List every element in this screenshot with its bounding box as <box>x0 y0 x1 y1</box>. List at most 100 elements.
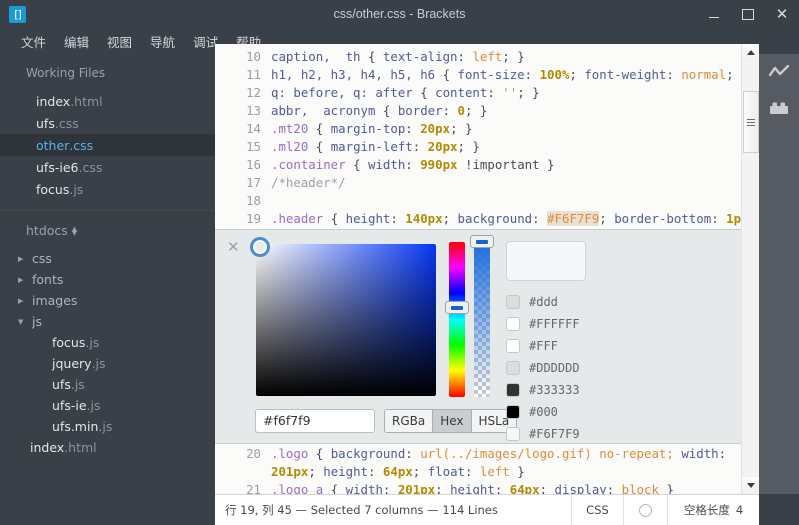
code-text[interactable]: /*header*/ <box>271 174 751 192</box>
swatch-row[interactable]: #FFF <box>506 335 580 357</box>
swatch-label: #F6F7F9 <box>529 427 580 441</box>
tree-folder-css[interactable]: ▶ css <box>0 248 215 269</box>
project-header[interactable]: htdocs ▲ ▼ <box>0 211 215 248</box>
chevron-down-icon[interactable]: ▼ <box>18 318 28 326</box>
minimize-button[interactable] <box>697 0 731 28</box>
indent-type-toggle[interactable] <box>623 494 667 525</box>
close-button[interactable]: ✕ <box>765 0 799 28</box>
code-text[interactable]: .mt20 { margin-top: 20px; } <box>271 120 751 138</box>
code-token: .logo <box>271 446 316 461</box>
code-line[interactable]: 10 caption, th { text-align: left; } <box>225 48 751 66</box>
code-text[interactable]: caption, th { text-align: left; } <box>271 48 751 66</box>
tree-file-focus[interactable]: focus .js <box>0 332 215 353</box>
tree-file-ufs.min[interactable]: ufs.min .js <box>0 416 215 437</box>
code-token: : <box>405 446 421 461</box>
extension-manager-icon[interactable] <box>759 90 799 126</box>
code-token: { <box>330 482 346 494</box>
editor-vertical-scrollbar[interactable] <box>741 44 759 494</box>
working-file-index[interactable]: index .html <box>0 90 215 112</box>
code-text[interactable]: .logo a { width: 201px; height: 64px; di… <box>271 481 751 494</box>
working-file-ufs-ie6[interactable]: ufs-ie6 .css <box>0 156 215 178</box>
swatch-row[interactable]: #F6F7F9 <box>506 423 580 445</box>
color-picker-close-icon[interactable]: ✕ <box>227 240 240 255</box>
chevron-right-icon[interactable]: ▶ <box>18 297 28 305</box>
chevron-right-icon[interactable]: ▶ <box>18 276 28 284</box>
file-name: focus <box>36 181 70 197</box>
code-text[interactable]: .logo { background: url(../images/logo.g… <box>271 445 751 481</box>
format-button-rgba[interactable]: RGBa <box>385 410 434 432</box>
code-line[interactable]: 15 .ml20 { margin-left: 20px; } <box>225 138 751 156</box>
tree-file-index[interactable]: index .html <box>0 437 215 458</box>
tree-folder-label: js <box>32 314 42 329</box>
tree-folder-fonts[interactable]: ▶ fonts <box>0 269 215 290</box>
alpha-slider[interactable] <box>474 242 490 397</box>
menu-file[interactable]: 文件 <box>14 30 53 53</box>
code-line[interactable]: 11 h1, h2, h3, h4, h5, h6 { font-size: 10… <box>225 66 751 84</box>
code-line[interactable]: 21 .logo a { width: 201px; height: 64px; … <box>225 481 751 494</box>
working-file-ufs[interactable]: ufs .css <box>0 112 215 134</box>
code-line[interactable]: 12 q: before, q: after { content: ''; } <box>225 84 751 102</box>
alpha-slider-handle[interactable] <box>470 235 494 248</box>
file-name: other <box>36 137 70 153</box>
language-selector[interactable]: CSS <box>571 494 623 525</box>
swatch-row[interactable]: #FFFFFF <box>506 313 580 335</box>
tree-file-ufs[interactable]: ufs .js <box>0 374 215 395</box>
code-text[interactable]: h1, h2, h3, h4, h5, h6 { font-size: 100%… <box>271 66 751 84</box>
swatch-row[interactable]: #DDDDDD <box>506 357 580 379</box>
live-preview-icon[interactable] <box>759 54 799 90</box>
saturation-value-area[interactable] <box>256 244 436 396</box>
code-text[interactable]: abbr, acronym { border: 0; } <box>271 102 751 120</box>
code-token: ; } <box>502 49 525 64</box>
scroll-down-button[interactable] <box>742 477 759 494</box>
tree-folder-images[interactable]: ▶ images <box>0 290 215 311</box>
code-line[interactable]: 16 .container { width: 990px !important } <box>225 156 751 174</box>
code-token: '' <box>502 85 518 100</box>
code-text[interactable]: .ml20 { margin-left: 20px; } <box>271 138 751 156</box>
swatch-chip[interactable] <box>506 405 520 419</box>
code-text[interactable]: q: before, q: after { content: ''; } <box>271 84 751 102</box>
swatch-chip[interactable] <box>506 383 520 397</box>
working-file-other[interactable]: other .css <box>0 134 226 156</box>
menu-view[interactable]: 视图 <box>100 30 139 53</box>
scrollbar-thumb[interactable] <box>743 91 759 153</box>
hex-input[interactable]: #f6f7f9 <box>255 409 375 433</box>
code-lines-top[interactable]: 10 caption, th { text-align: left; } 11 h1,… <box>225 48 751 246</box>
code-line[interactable]: 17 /*header*/ <box>225 174 751 192</box>
code-token: : <box>405 157 421 172</box>
swatch-chip[interactable] <box>506 317 520 331</box>
menu-edit[interactable]: 编辑 <box>57 30 96 53</box>
hue-slider[interactable] <box>449 242 465 397</box>
saturation-cursor[interactable] <box>250 237 270 257</box>
format-button-hex[interactable]: Hex <box>433 410 472 432</box>
swatch-chip[interactable] <box>506 427 520 441</box>
hue-slider-handle[interactable] <box>445 301 469 314</box>
code-token: : <box>457 49 473 64</box>
tree-file-ufs-ie[interactable]: ufs-ie .js <box>0 395 215 416</box>
code-line[interactable]: 14 .mt20 { margin-top: 20px; } <box>225 120 751 138</box>
scroll-up-button[interactable] <box>742 44 759 61</box>
code-token: ; } <box>450 121 473 136</box>
working-file-focus[interactable]: focus .js <box>0 178 215 200</box>
chevron-right-icon[interactable]: ▶ <box>18 255 28 263</box>
maximize-button[interactable] <box>731 0 765 28</box>
code-line[interactable]: 13 abbr, acronym { border: 0; } <box>225 102 751 120</box>
code-line[interactable]: 18 <box>225 192 751 210</box>
code-line[interactable]: 20 .logo { background: url(../images/logo… <box>225 445 751 481</box>
tree-folder-js[interactable]: ▼ js <box>0 311 215 332</box>
code-text[interactable] <box>271 192 751 210</box>
swatch-chip[interactable] <box>506 295 520 309</box>
swatch-row[interactable]: #000 <box>506 401 580 423</box>
tree-file-jquery[interactable]: jquery .js <box>0 353 215 374</box>
code-token: width <box>367 157 406 172</box>
swatch-row[interactable]: #ddd <box>506 291 580 313</box>
code-token: ; <box>308 464 324 479</box>
swatch-chip[interactable] <box>506 339 520 353</box>
sort-arrows-icon[interactable]: ▲ ▼ <box>72 225 77 236</box>
code-text[interactable]: .container { width: 990px !important } <box>271 156 751 174</box>
swatch-chip[interactable] <box>506 361 520 375</box>
menu-navigate[interactable]: 导航 <box>143 30 182 53</box>
code-lines-bottom[interactable]: 20 .logo { background: url(../images/logo… <box>225 445 751 494</box>
indent-size-control[interactable]: 空格长度 4 <box>667 494 759 525</box>
line-number: 14 <box>246 121 261 136</box>
swatch-row[interactable]: #333333 <box>506 379 580 401</box>
